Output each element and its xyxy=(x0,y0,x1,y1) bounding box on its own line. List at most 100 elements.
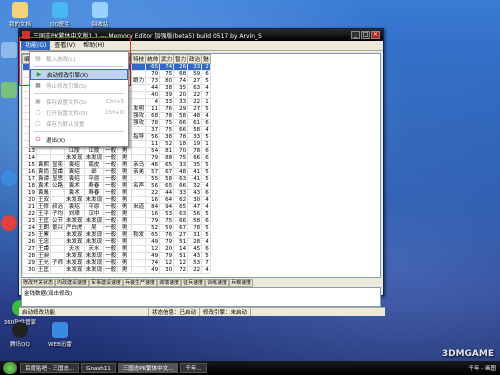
table-cell xyxy=(131,245,147,253)
menu-save-settings[interactable]: ▣ 保存设置文件(S) Ctrl+S xyxy=(30,96,128,107)
column-header[interactable]: 统帅 xyxy=(145,54,161,64)
table-row[interactable]: 14 未发现 未发现 一般男 79 88 75 66 6 xyxy=(22,154,211,162)
table-cell: 未发现 xyxy=(64,231,85,239)
table-cell: 强攻 xyxy=(131,112,147,120)
table-row[interactable]: 20 王双 未发现 未发现 一般男 16 64 62 30 4 xyxy=(22,196,211,204)
cheat-toggle-state[interactable]: 修改开关状态 xyxy=(21,279,56,287)
cheat-wall-speed[interactable]: 城墙速度 xyxy=(157,279,182,287)
menu-load-game[interactable]: ▤ 载入游戏(L) xyxy=(30,53,128,64)
table-cell: 47 xyxy=(187,203,203,211)
log-text: 金钱数据(双击修改) xyxy=(24,291,73,297)
table-cell: 49 xyxy=(145,238,161,246)
close-button[interactable]: × xyxy=(371,31,380,39)
table-cell: 未发现 xyxy=(64,259,85,267)
table-cell: 79 xyxy=(145,154,161,162)
table-row[interactable]: 21 王修 叔治 袁绍 平原 一般男米道 84 94 65 47 4 xyxy=(22,203,211,211)
cheat-military-speed[interactable]: 军事建设速度 xyxy=(89,279,124,287)
column-header[interactable]: 魅 xyxy=(201,54,211,64)
table-cell: 11 xyxy=(145,105,161,113)
table-row[interactable]: 17 袁谭 显思 袁绍 平原 一般男 55 58 63 41 5 xyxy=(22,175,211,183)
column-header[interactable]: 政治 xyxy=(187,54,203,64)
menu-save-default[interactable]: ▢ 保存为默认设置 xyxy=(30,118,128,129)
menu-view[interactable]: 查看(V) xyxy=(50,41,79,50)
menu-help[interactable]: 帮助(H) xyxy=(79,41,108,50)
table-cell: 6 xyxy=(201,217,211,225)
table-cell xyxy=(50,196,66,204)
table-cell: 76 xyxy=(159,231,175,239)
desktop-icon-network[interactable] xyxy=(0,82,18,100)
table-row[interactable]: 22 王平 子均 刘璋 汉中 一般男 16 53 63 56 5 xyxy=(22,210,211,218)
table-cell: 王修 xyxy=(36,203,52,211)
table-cell: 66 xyxy=(173,217,189,225)
menu-start-engine[interactable]: ▶ 启动修改引擎(X) xyxy=(30,69,128,80)
table-cell: 未发现 xyxy=(64,266,85,274)
table-cell: 17 xyxy=(22,175,38,183)
table-row[interactable]: 28 王昶 未发现 未发现 一般男 49 79 51 43 5 xyxy=(22,252,211,260)
table-cell: 66 xyxy=(173,182,189,190)
task-paint[interactable]: 千年... xyxy=(180,363,207,373)
table-cell: 18 xyxy=(22,182,38,190)
cheat-weapon-speed[interactable]: 兵装生产速度 xyxy=(123,279,158,287)
ie-icon xyxy=(1,170,17,186)
desktop-icon-qq-doctor[interactable]: QQ医生 xyxy=(42,2,78,28)
table-cell: 袁熙 xyxy=(36,161,52,169)
table-cell: 未发现 xyxy=(83,238,105,246)
menu-stop-engine[interactable]: ■ 停止修改引擎(S) xyxy=(30,80,128,91)
menu-function[interactable]: 功能(G) xyxy=(21,41,51,50)
table-row[interactable]: 29 王允 子师 未发现 未发现 一般男 74 12 12 53 7 xyxy=(22,259,211,267)
cheat-domestic-speed[interactable]: 内政建设速度 xyxy=(55,279,90,287)
task-baidu-tieba[interactable]: 百度贴吧 - 三国志... xyxy=(20,363,80,373)
table-cell: 5 xyxy=(201,133,211,141)
table-row[interactable]: 23 王匡 公节 未发现 未发现 一般男 79 75 66 58 6 xyxy=(22,217,211,225)
table-cell: 72 xyxy=(173,266,189,274)
start-button[interactable] xyxy=(3,362,17,374)
table-cell: 29 xyxy=(22,259,38,267)
table-row[interactable]: 27 王甫 天水 天水 一般男 12 20 14 45 6 xyxy=(22,245,211,253)
table-row[interactable]: 19 袁胤 袁术 寿春 一般男 22 44 33 43 6 xyxy=(22,189,211,197)
table-cell: 5 xyxy=(201,77,211,85)
minimize-button[interactable]: _ xyxy=(351,31,360,39)
desktop-icon-ie[interactable] xyxy=(0,170,18,188)
table-row[interactable]: 13 江陵 江陵 一般男 54 81 70 78 6 xyxy=(22,147,211,155)
cheat-food-speed[interactable]: 兵粮速度 xyxy=(229,279,254,287)
menu-exit[interactable]: ⏻ 退出(X) xyxy=(30,134,128,145)
table-row[interactable]: 15 袁熙 显奕 袁绍 南皮 一般男亲乌 46 65 33 35 5 xyxy=(22,161,211,169)
desktop-icon-tencent-qq-2[interactable]: 腾讯QQ xyxy=(2,322,38,348)
column-header[interactable]: 特技 xyxy=(131,54,147,64)
maximize-button[interactable]: □ xyxy=(361,31,370,39)
column-header[interactable]: 智力 xyxy=(173,54,189,64)
desktop-icon-web-xunlei[interactable]: WEB迅雷 xyxy=(42,322,78,348)
table-cell: 平原 xyxy=(83,175,105,183)
default-icon: ▢ xyxy=(35,120,41,127)
table-cell: 75 xyxy=(159,119,175,127)
table-row[interactable]: 25 王累 未发现 未发现 一般男勃发 65 76 27 31 5 xyxy=(22,231,211,239)
table-cell xyxy=(131,126,147,134)
task-memory-editor[interactable]: 三国志PK繁体中文... xyxy=(117,363,179,373)
cheat-conscript-speed[interactable]: 征兵速度 xyxy=(181,279,206,287)
menu-open-settings[interactable]: ▢ 打开设置文件(O) Ctrl+O xyxy=(30,107,128,118)
table-cell: 26 xyxy=(22,238,38,246)
table-cell: 64 xyxy=(159,196,175,204)
table-cell: 米道 xyxy=(131,203,147,211)
desktop-icon-recycle-bin[interactable]: 回收站 xyxy=(82,2,118,28)
table-cell: 强攻 xyxy=(131,119,147,127)
table-row[interactable]: 26 王忠 未发现 未发现 一般男 49 79 51 28 4 xyxy=(22,238,211,246)
task-gnash[interactable]: Gnash11 xyxy=(81,363,116,373)
table-cell: 62 xyxy=(173,196,189,204)
table-cell xyxy=(50,266,66,274)
table-cell: 袁谭 xyxy=(36,175,52,183)
desktop-icon-my-documents[interactable]: 我的文档 xyxy=(2,2,38,28)
table-row[interactable]: 30 王匡 未发现 未发现 一般男 49 30 72 22 4 xyxy=(22,266,211,274)
table-row[interactable]: 24 王朗 景兴 严白虎吴一般男 52 59 67 78 5 xyxy=(22,224,211,232)
cheat-training-speed[interactable]: 训练速度 xyxy=(205,279,230,287)
log-area[interactable]: 金钱数据(双击修改) xyxy=(21,287,381,307)
column-header[interactable]: 武力 xyxy=(159,54,175,64)
table-cell: 55 xyxy=(145,175,161,183)
table-cell: 58 xyxy=(187,217,203,225)
table-cell: 4 xyxy=(201,112,211,120)
desktop-icon-my-computer[interactable] xyxy=(0,42,18,60)
table-row[interactable]: 18 袁术 公路 袁术 寿春 一般男名声 56 65 66 32 4 xyxy=(22,182,211,190)
table-cell xyxy=(131,70,147,78)
desktop-icon-tencent-qq[interactable] xyxy=(0,215,18,233)
table-row[interactable]: 16 袁尚 显甫 袁绍邺一般男亲羌 57 67 48 41 5 xyxy=(22,168,211,176)
